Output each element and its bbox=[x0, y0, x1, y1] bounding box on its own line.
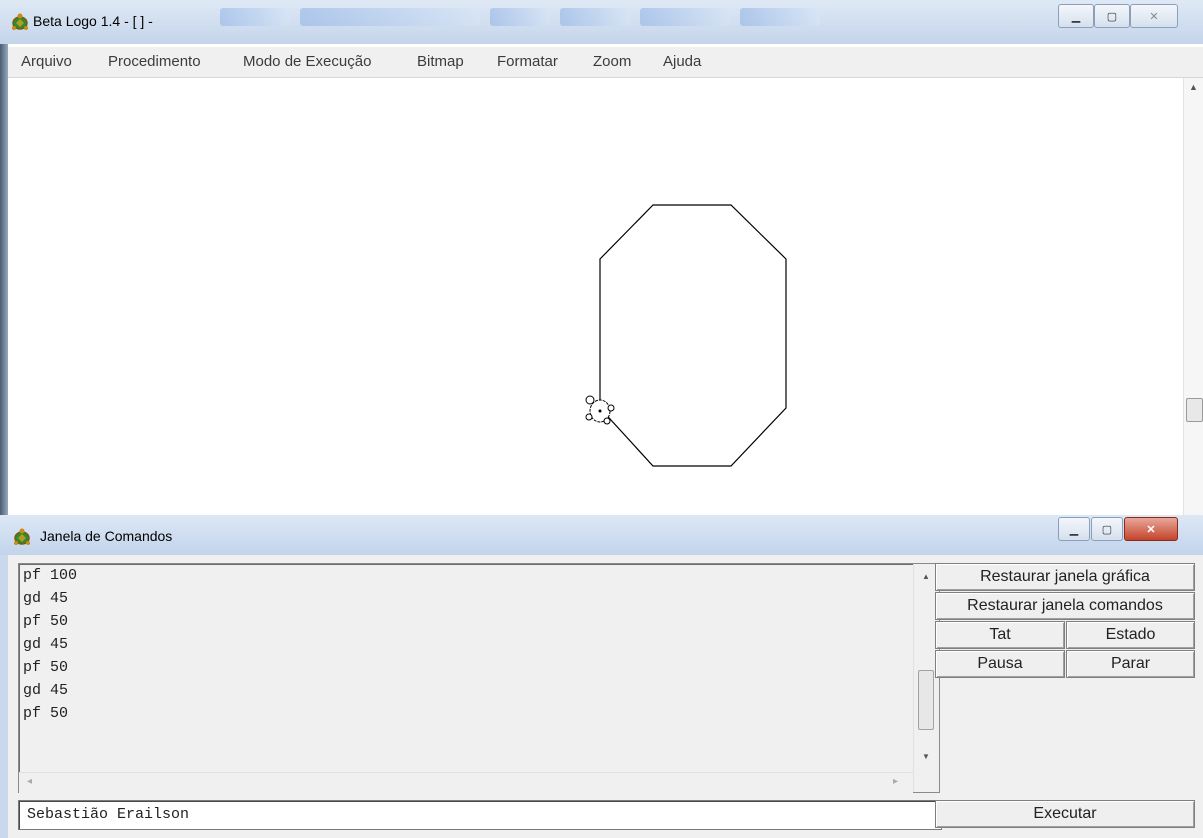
history-line: gd 45 bbox=[23, 590, 69, 607]
scroll-up-icon[interactable]: ▲ bbox=[922, 572, 930, 581]
pausa-button[interactable]: Pausa bbox=[935, 650, 1065, 678]
maximize-icon: ▢ bbox=[1101, 523, 1113, 536]
history-line: gd 45 bbox=[23, 636, 69, 653]
command-body: pf 100 gd 45 pf 50 gd 45 pf 50 gd 45 pf … bbox=[8, 555, 1203, 838]
history-line: pf 50 bbox=[23, 705, 69, 722]
cmd-minimize-button[interactable]: ▁ bbox=[1058, 517, 1090, 541]
maximize-icon: ▢ bbox=[1106, 10, 1118, 23]
history-line: pf 50 bbox=[23, 659, 69, 676]
tat-button[interactable]: Tat bbox=[935, 621, 1065, 649]
scroll-down-icon[interactable]: ▼ bbox=[922, 752, 930, 761]
maximize-button[interactable]: ▢ bbox=[1094, 4, 1130, 28]
window-left-edge bbox=[0, 44, 8, 515]
graphics-canvas[interactable] bbox=[8, 78, 1183, 515]
close-icon: ✕ bbox=[1149, 10, 1159, 23]
taskbar-blur bbox=[220, 8, 980, 30]
command-input[interactable]: Sebastião Erailson bbox=[18, 800, 942, 830]
history-line: pf 100 bbox=[23, 567, 78, 584]
menu-arquivo[interactable]: Arquivo bbox=[21, 53, 72, 70]
close-icon: ✕ bbox=[1146, 523, 1156, 536]
menu-bar: Arquivo Procedimento Modo de Execução Bi… bbox=[8, 47, 1203, 78]
cmd-close-button[interactable]: ✕ bbox=[1124, 517, 1178, 541]
menu-zoom[interactable]: Zoom bbox=[593, 53, 631, 70]
history-hscrollbar[interactable]: ◂ ▸ bbox=[19, 772, 913, 793]
turtle-icon bbox=[12, 13, 28, 30]
restore-graphics-button[interactable]: Restaurar janela gráfica bbox=[935, 563, 1195, 591]
menu-bitmap[interactable]: Bitmap bbox=[417, 53, 464, 70]
main-window: Beta Logo 1.4 - [ ] - ▁ ▢ ✕ Arquivo Proc… bbox=[0, 0, 1203, 515]
turtle-icon bbox=[585, 395, 615, 425]
parar-button[interactable]: Parar bbox=[1066, 650, 1195, 678]
minimize-button[interactable]: ▁ bbox=[1058, 4, 1094, 28]
executar-button[interactable]: Executar bbox=[935, 800, 1195, 828]
scroll-up-icon[interactable]: ▲ bbox=[1189, 82, 1198, 92]
menu-formatar[interactable]: Formatar bbox=[497, 53, 558, 70]
turtle-icon bbox=[14, 528, 30, 545]
menu-ajuda[interactable]: Ajuda bbox=[663, 53, 701, 70]
close-button[interactable]: ✕ bbox=[1130, 4, 1178, 28]
scroll-left-icon[interactable]: ◂ bbox=[27, 776, 32, 787]
cmd-maximize-button[interactable]: ▢ bbox=[1091, 517, 1123, 541]
command-history[interactable]: pf 100 gd 45 pf 50 gd 45 pf 50 gd 45 pf … bbox=[18, 563, 940, 793]
window-title: Beta Logo 1.4 - [ ] - bbox=[33, 13, 153, 29]
restore-commands-button[interactable]: Restaurar janela comandos bbox=[935, 592, 1195, 620]
scroll-thumb[interactable] bbox=[1186, 398, 1203, 422]
history-line: pf 50 bbox=[23, 613, 69, 630]
canvas-scrollbar[interactable]: ▲ bbox=[1183, 78, 1203, 515]
command-window-title: Janela de Comandos bbox=[40, 528, 173, 544]
scroll-thumb[interactable] bbox=[918, 670, 934, 730]
menu-modo-execucao[interactable]: Modo de Execução bbox=[243, 53, 371, 70]
estado-button[interactable]: Estado bbox=[1066, 621, 1195, 649]
main-titlebar: Beta Logo 1.4 - [ ] - ▁ ▢ ✕ bbox=[0, 0, 1203, 44]
turtle-drawing bbox=[585, 204, 787, 467]
scroll-right-icon[interactable]: ▸ bbox=[893, 776, 898, 787]
octagon-path bbox=[599, 204, 787, 467]
minimize-icon: ▁ bbox=[1071, 10, 1081, 23]
command-titlebar: Janela de Comandos ▁ ▢ ✕ bbox=[0, 515, 1203, 555]
command-window: Janela de Comandos ▁ ▢ ✕ pf 100 gd 45 pf… bbox=[0, 515, 1203, 838]
minimize-icon: ▁ bbox=[1069, 523, 1079, 536]
menu-procedimento[interactable]: Procedimento bbox=[108, 53, 201, 70]
history-line: gd 45 bbox=[23, 682, 69, 699]
